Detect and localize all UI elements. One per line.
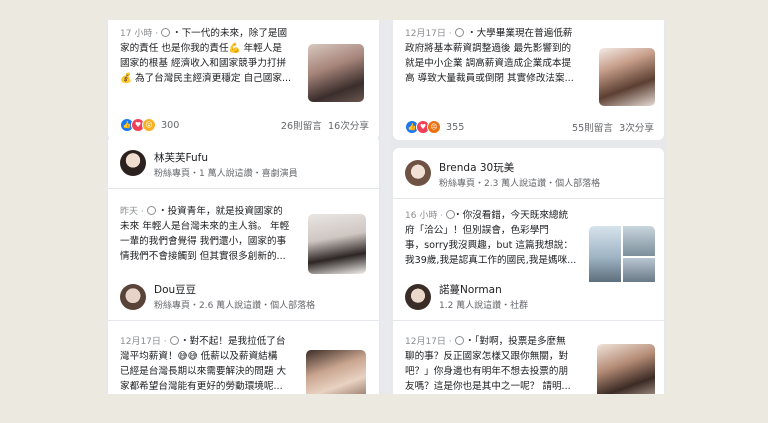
post-text: ・對不起！是我拉低了台 灣平均薪資！😅😅 低薪以及薪資結構 已經是台灣長期以來需…: [120, 336, 287, 392]
post-text: ・大學畢業現在普遍低薪 政府將基本薪資調整過後 最先影響到的 就是中小企業 調高…: [405, 28, 574, 84]
post-stats: 👍 ♥ 😠 355 55則留言 3次分享: [405, 120, 654, 134]
share-count[interactable]: 3次分享: [619, 123, 654, 134]
page-name[interactable]: 林芙芙Fufu: [154, 150, 208, 165]
divider: [393, 198, 664, 199]
reactions[interactable]: 👍 ♥ 😮 300: [120, 118, 179, 132]
post-photo[interactable]: [308, 214, 366, 274]
avatar[interactable]: [120, 284, 146, 310]
post-card: Dou豆豆 粉絲專頁・2.6 萬人說這讚・個人部落格 12月17日 · ・對不起…: [108, 282, 379, 394]
post-photo[interactable]: [597, 344, 655, 394]
page-name[interactable]: 諾蔓Norman: [439, 282, 502, 297]
post-card: 林芙芙Fufu 粉絲專頁・1 萬人說這讚・喜劇演員 昨天 · ・投資青年，就是投…: [108, 136, 379, 292]
avatar[interactable]: [405, 160, 431, 186]
share-count[interactable]: 16次分享: [328, 121, 369, 132]
post-text: ・投資青年，就是投資國家的 未來 年輕人是台灣未來的主人翁。 年輕 一輩的我們會…: [120, 206, 290, 262]
post-photo[interactable]: [308, 44, 364, 102]
post-text: ・你沒看錯，今天既來總統 府「洽公」！但別誤會，色彩學門 事，sorry我沒興趣…: [405, 210, 577, 266]
page-subtitle: 粉絲專頁・2.6 萬人說這讚・個人部落格: [154, 301, 316, 311]
page-subtitle: 粉絲專頁・1 萬人說這讚・喜劇演員: [154, 169, 298, 179]
avatar[interactable]: [120, 150, 146, 176]
post-photo[interactable]: [306, 350, 366, 394]
comment-count[interactable]: 55則留言: [572, 123, 613, 134]
comment-share-stats[interactable]: 55則留言 3次分享: [572, 120, 654, 134]
post-card: 17 小時 · ・下一代的未來，除了是國 家的責任 也是你我的責任💪 年輕人是 …: [108, 20, 379, 140]
divider: [393, 320, 664, 321]
page-name[interactable]: Brenda 30玩美: [439, 160, 514, 175]
right-column: 12月17日 · ・大學畢業現在普遍低薪 政府將基本薪資調整過後 最先影響到的 …: [391, 20, 666, 394]
reactions[interactable]: 👍 ♥ 😠 355: [405, 120, 464, 134]
post-photo[interactable]: [599, 48, 655, 106]
comment-count[interactable]: 26則留言: [281, 121, 322, 132]
post-text: ・「對啊，投票是多麼無 聊的事？反正國家怎樣又跟你無關，對 吧？」你身邊也有明年…: [405, 336, 571, 392]
reaction-count: 355: [446, 121, 465, 133]
post-photo[interactable]: [589, 226, 621, 288]
screenshot-collage: 17 小時 · ・下一代的未來，除了是國 家的責任 也是你我的責任💪 年輕人是 …: [106, 20, 666, 394]
divider: [108, 320, 379, 321]
avatar[interactable]: [405, 284, 431, 310]
post-photo[interactable]: [623, 226, 655, 256]
comment-share-stats[interactable]: 26則留言 16次分享: [281, 118, 369, 132]
post-stats: 👍 ♥ 😮 300 26則留言 16次分享: [120, 118, 369, 132]
page-subtitle: 粉絲專頁・2.3 萬人說這讚・個人部落格: [439, 179, 601, 189]
page-subtitle: 1.2 萬人說這讚・社群: [439, 301, 529, 311]
angry-reaction-icon: 😠: [427, 120, 441, 134]
post-card: 諾蔓Norman 1.2 萬人說這讚・社群 12月17日 · ・「對啊，投票是多…: [393, 282, 664, 394]
post-card: 12月17日 · ・大學畢業現在普遍低薪 政府將基本薪資調整過後 最先影響到的 …: [393, 20, 664, 140]
reaction-count: 300: [161, 119, 180, 131]
page-name[interactable]: Dou豆豆: [154, 282, 196, 297]
left-column: 17 小時 · ・下一代的未來，除了是國 家的責任 也是你我的責任💪 年輕人是 …: [106, 20, 381, 394]
post-card: Brenda 30玩美 粉絲專頁・2.3 萬人說這讚・個人部落格 16 小時 ·…: [393, 148, 664, 294]
wow-reaction-icon: 😮: [142, 118, 156, 132]
post-photo-grid[interactable]: [589, 226, 655, 288]
divider: [108, 188, 379, 189]
post-text: ・下一代的未來，除了是國 家的責任 也是你我的責任💪 年輕人是 國家的根基 經濟…: [120, 28, 292, 84]
